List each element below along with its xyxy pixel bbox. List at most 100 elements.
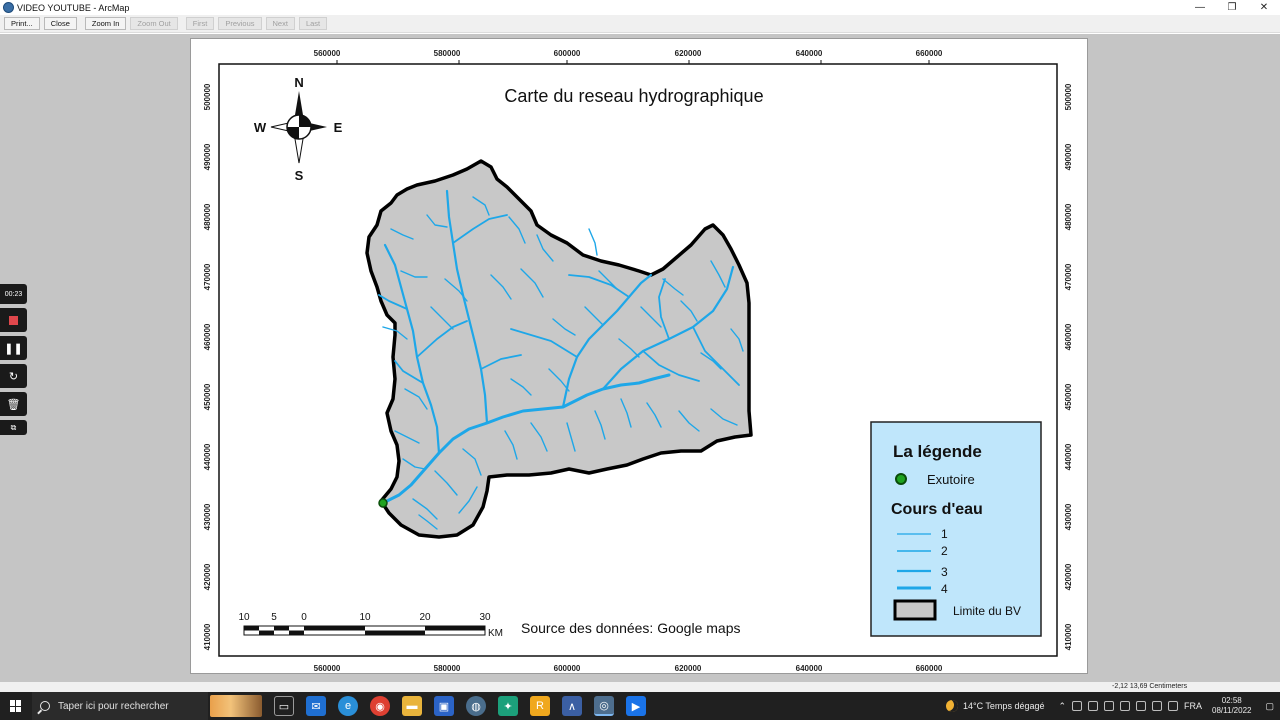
globe-app-icon[interactable]: ◍ bbox=[466, 696, 486, 716]
onedrive-icon[interactable] bbox=[1104, 701, 1115, 711]
trash-icon: 🗑 bbox=[6, 398, 21, 411]
network-icon[interactable] bbox=[1088, 701, 1099, 711]
wifi-icon[interactable] bbox=[1152, 701, 1163, 711]
y-tick-label: 410000 bbox=[203, 623, 212, 650]
x-tick-label: 620000 bbox=[675, 49, 702, 58]
x-tick-label: 580000 bbox=[434, 664, 461, 673]
task-view-icon[interactable]: ▭ bbox=[274, 696, 294, 716]
chevron-up-icon[interactable]: ⌃ bbox=[1058, 701, 1066, 712]
print-button[interactable]: Print... bbox=[4, 17, 40, 30]
y-tick-label: 420000 bbox=[203, 563, 212, 590]
chrome-browser-icon[interactable]: ◉ bbox=[370, 696, 390, 716]
legend-streams-title: Cours d'eau bbox=[891, 501, 983, 518]
x-tick-label: 660000 bbox=[916, 664, 943, 673]
scale-label: 20 bbox=[419, 612, 431, 623]
y-tick-label: 440000 bbox=[1064, 443, 1073, 470]
last-page-button[interactable]: Last bbox=[298, 17, 328, 30]
x-tick-label: 580000 bbox=[434, 49, 461, 58]
close-window-button[interactable]: ✕ bbox=[1248, 0, 1280, 15]
video-app-icon[interactable]: ▶ bbox=[626, 696, 646, 716]
document-app-icon[interactable]: R bbox=[530, 696, 550, 716]
scale-bar: 10 5 0 10 20 30 KM bbox=[238, 612, 503, 639]
recorder-options-button[interactable]: ⧉ bbox=[0, 420, 27, 435]
zoom-in-button[interactable]: Zoom In bbox=[84, 17, 127, 30]
y-tick-label: 490000 bbox=[1064, 143, 1073, 170]
edge-browser-icon[interactable]: e bbox=[338, 696, 358, 716]
mail-icon[interactable]: ✉ bbox=[306, 696, 326, 716]
windows-taskbar: Taper ici pour rechercher ▭ ✉ e ◉ ▬ ▣ ◍ … bbox=[0, 692, 1280, 720]
restart-icon: ↻ bbox=[8, 370, 19, 383]
minimize-button[interactable]: — bbox=[1184, 0, 1216, 15]
y-tick-label: 450000 bbox=[203, 383, 212, 410]
microphone-icon[interactable] bbox=[1120, 701, 1131, 711]
x-tick-label: 600000 bbox=[554, 664, 581, 673]
legend-outlet-icon bbox=[895, 473, 907, 485]
layout-page: 560000 580000 600000 620000 640000 66000… bbox=[190, 38, 1088, 674]
taskbar-search-box[interactable]: Taper ici pour rechercher bbox=[32, 692, 208, 720]
clock-time: 02:58 bbox=[1221, 696, 1242, 705]
window-title: VIDEO YOUTUBE - ArcMap bbox=[17, 2, 130, 13]
status-bar: -2,12 13,69 Centimeters bbox=[0, 682, 1280, 692]
battery-icon[interactable] bbox=[1136, 701, 1147, 711]
legend-title: La légende bbox=[893, 442, 982, 461]
zoom-out-button[interactable]: Zoom Out bbox=[130, 17, 178, 30]
previous-page-button[interactable]: Previous bbox=[218, 17, 262, 30]
y-tick-label: 480000 bbox=[203, 203, 212, 230]
y-tick-label: 470000 bbox=[1064, 263, 1073, 290]
arcmap-taskbar-icon[interactable]: ◎ bbox=[594, 696, 614, 716]
x-tick-label: 640000 bbox=[796, 664, 823, 673]
scale-label: 5 bbox=[271, 612, 277, 623]
y-tick-label: 500000 bbox=[1064, 83, 1073, 110]
bottom-axis: 560000 580000 600000 620000 640000 66000… bbox=[314, 664, 943, 673]
search-highlight-image[interactable] bbox=[210, 695, 262, 717]
delete-recording-button[interactable]: 🗑 bbox=[0, 392, 27, 416]
volume-icon[interactable] bbox=[1168, 701, 1179, 711]
tray-app-icon[interactable] bbox=[1072, 701, 1083, 711]
search-placeholder: Taper ici pour rechercher bbox=[58, 700, 169, 712]
x-tick-label: 660000 bbox=[916, 49, 943, 58]
right-axis: 500000 490000 480000 470000 460000 45000… bbox=[1064, 83, 1073, 650]
maximize-button[interactable]: ❐ bbox=[1216, 0, 1248, 15]
legend-outlet-label: Exutoire bbox=[927, 472, 975, 487]
notification-icon[interactable]: ▢ bbox=[1265, 701, 1274, 712]
first-page-button[interactable]: First bbox=[185, 17, 215, 30]
arc-app-icon[interactable]: ∧ bbox=[562, 696, 582, 716]
y-tick-label: 430000 bbox=[203, 503, 212, 530]
x-tick-label: 640000 bbox=[796, 49, 823, 58]
y-tick-label: 450000 bbox=[1064, 383, 1073, 410]
y-tick-label: 460000 bbox=[203, 323, 212, 350]
y-tick-label: 410000 bbox=[1064, 623, 1073, 650]
west-label: W bbox=[254, 120, 267, 135]
weather-text: 14°C Temps dégagé bbox=[962, 701, 1045, 711]
store-icon[interactable]: ▣ bbox=[434, 696, 454, 716]
legend-boundary-swatch bbox=[893, 599, 937, 621]
stop-recording-button[interactable] bbox=[0, 308, 27, 332]
legend-boundary-label: Limite du BV bbox=[953, 604, 1021, 618]
y-tick-label: 460000 bbox=[1064, 323, 1073, 350]
next-page-button[interactable]: Next bbox=[265, 17, 295, 30]
scale-label: 10 bbox=[238, 612, 250, 623]
start-button[interactable] bbox=[0, 692, 32, 720]
file-explorer-icon[interactable]: ▬ bbox=[402, 696, 422, 716]
scale-label: 10 bbox=[359, 612, 371, 623]
taskbar-clock[interactable]: 02:58 08/11/2022 bbox=[1212, 696, 1251, 716]
x-tick-label: 620000 bbox=[675, 664, 702, 673]
scale-label: 30 bbox=[479, 612, 491, 623]
pause-recording-button[interactable]: ❚❚ bbox=[0, 336, 27, 360]
pause-icon: ❚❚ bbox=[4, 342, 23, 355]
search-icon bbox=[40, 701, 50, 711]
weather-widget[interactable]: 14°C Temps dégagé bbox=[945, 700, 1045, 712]
outlet-marker bbox=[378, 498, 388, 508]
x-tick-label: 600000 bbox=[554, 49, 581, 58]
print-preview-toolbar: Print... Close Zoom In Zoom Out First Pr… bbox=[0, 15, 1280, 33]
windows-logo-icon bbox=[10, 700, 22, 712]
y-tick-label: 490000 bbox=[203, 143, 212, 170]
restart-recording-button[interactable]: ↻ bbox=[0, 364, 27, 388]
gis-app-icon[interactable]: ✦ bbox=[498, 696, 518, 716]
close-button[interactable]: Close bbox=[43, 17, 77, 30]
map-layout: 560000 580000 600000 620000 640000 66000… bbox=[203, 49, 1073, 673]
language-indicator[interactable]: FRA bbox=[1184, 701, 1202, 711]
x-tick-label: 560000 bbox=[314, 664, 341, 673]
legend-stream-label: 3 bbox=[941, 565, 948, 579]
legend-stream-label: 4 bbox=[941, 582, 948, 596]
